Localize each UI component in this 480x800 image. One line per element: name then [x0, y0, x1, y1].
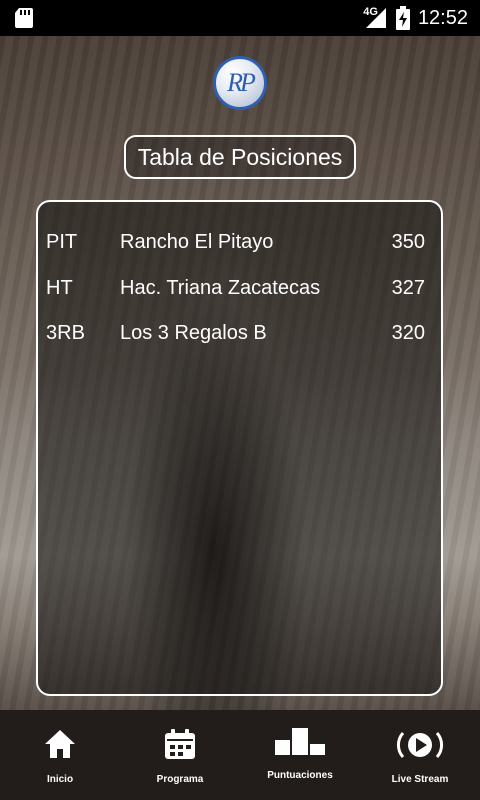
page-title: Tabla de Posiciones — [124, 135, 356, 179]
nav-label: Programa — [156, 774, 204, 785]
app-logo: RP — [213, 56, 267, 110]
team-name: Hac. Triana Zacatecas — [120, 276, 321, 299]
nav-item-programa[interactable]: Programa — [125, 710, 235, 800]
nav-item-live-stream[interactable]: Live Stream — [365, 710, 475, 800]
nav-item-puntuaciones[interactable]: Puntuaciones — [245, 710, 355, 800]
team-code: PIT — [46, 230, 78, 253]
home-icon — [45, 730, 75, 758]
nav-label: Puntuaciones — [267, 770, 333, 781]
nav-label: Inicio — [46, 774, 74, 785]
team-score: 350 — [391, 230, 425, 253]
standings-table: PIT Rancho El Pitayo 350 HT Hac. Triana … — [36, 200, 443, 696]
team-code: 3RB — [46, 321, 85, 344]
team-name: Rancho El Pitayo — [120, 230, 274, 253]
team-score: 327 — [391, 276, 425, 299]
standings-row[interactable]: 3RB Los 3 Regalos B 320 — [38, 313, 441, 353]
logo-text: RP — [227, 68, 256, 97]
clock: 12:52 — [417, 6, 468, 29]
bottom-navigation: Inicio Programa Puntuaciones Live Stream — [0, 710, 480, 800]
signal-icon — [365, 8, 386, 28]
status-bar: 4G 12:52 — [0, 0, 480, 36]
standings-row[interactable]: HT Hac. Triana Zacatecas 327 — [38, 268, 441, 308]
play-icon — [396, 732, 444, 758]
standings-row[interactable]: PIT Rancho El Pitayo 350 — [38, 222, 441, 262]
team-name: Los 3 Regalos B — [120, 321, 267, 344]
nav-label: Live Stream — [391, 774, 449, 785]
team-score: 320 — [391, 321, 425, 344]
sd-card-icon — [15, 8, 33, 28]
nav-item-inicio[interactable]: Inicio — [5, 710, 115, 800]
team-code: HT — [46, 276, 73, 299]
calendar-icon — [165, 729, 195, 759]
podium-icon — [275, 728, 325, 755]
battery-icon — [395, 6, 410, 30]
